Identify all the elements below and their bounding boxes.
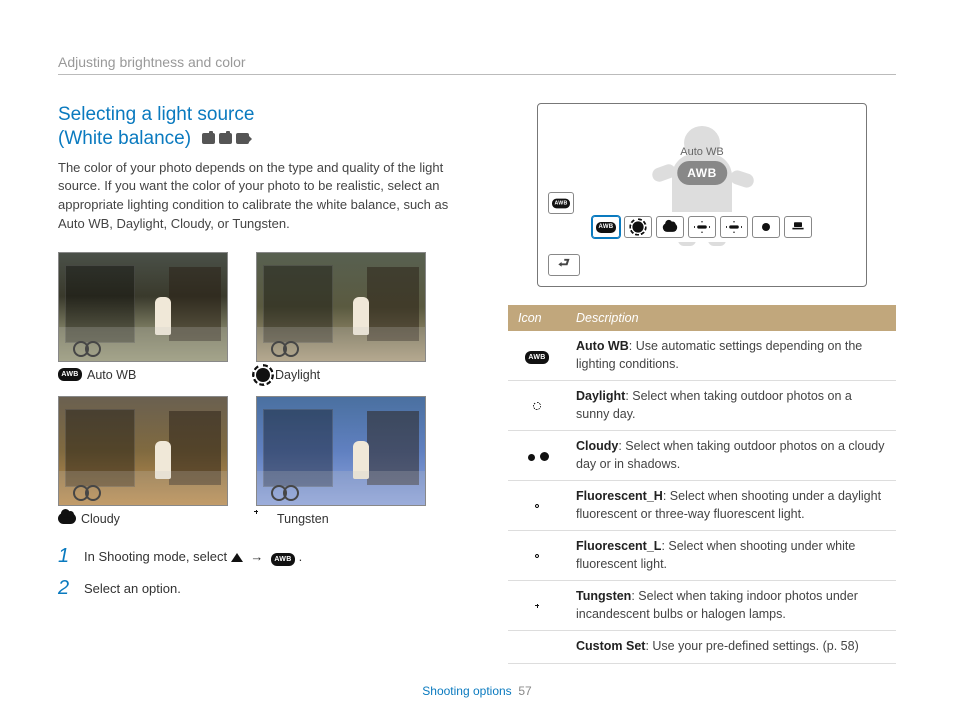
wb-option-tungsten[interactable]: [752, 216, 780, 238]
cell-desc: Auto WB: Use automatic settings dependin…: [566, 331, 896, 381]
footer-section: Shooting options: [422, 684, 511, 698]
cloud-icon: [663, 223, 677, 232]
wb-badge-text: AWB: [677, 161, 727, 185]
sample-label-text: Auto WB: [87, 368, 136, 382]
awb-icon: AWB: [271, 553, 295, 566]
page-footer: Shooting options 57: [0, 684, 954, 698]
sample-image: [256, 396, 426, 506]
table-row: Fluorescent_H: Select when shooting unde…: [508, 481, 896, 531]
cell-icon: [508, 581, 566, 631]
sample-image: [256, 252, 426, 362]
sample-cloudy: Cloudy: [58, 396, 228, 526]
heading-line-2: (White balance): [58, 128, 191, 149]
term: Tungsten: [576, 589, 631, 603]
term: Fluorescent_L: [576, 539, 661, 553]
cell-icon: [508, 631, 566, 664]
intro-text: The color of your photo depends on the t…: [58, 159, 468, 234]
desc-text: : Use your pre-defined settings. (p. 58): [645, 639, 858, 653]
sample-daylight: Daylight: [256, 252, 426, 382]
cell-desc: Fluorescent_L: Select when shooting unde…: [566, 531, 896, 581]
cell-desc: Daylight: Select when taking outdoor pho…: [566, 381, 896, 431]
breadcrumb: Adjusting brightness and color: [58, 54, 896, 75]
step-number: 1: [58, 546, 74, 566]
wb-description-table: Icon Description AWB Auto WB: Use automat…: [508, 305, 896, 664]
table-row: Tungsten: Select when taking indoor phot…: [508, 581, 896, 631]
wb-option-daylight[interactable]: [624, 216, 652, 238]
table-row: Daylight: Select when taking outdoor pho…: [508, 381, 896, 431]
fluorescent-icon: [696, 223, 709, 231]
fluorescent-icon: [728, 223, 741, 231]
mode-photo-icon: [202, 133, 215, 144]
cell-desc: Fluorescent_H: Select when shooting unde…: [566, 481, 896, 531]
camera-lcd: Auto WB AWB AWB AWB ⮐: [537, 103, 867, 287]
cell-icon: [508, 481, 566, 531]
bulb-icon: [762, 223, 770, 231]
th-icon: Icon: [508, 305, 566, 331]
heading-line-1: Selecting a light source: [58, 104, 254, 125]
cell-desc: Custom Set: Use your pre-defined setting…: [566, 631, 896, 664]
th-description: Description: [566, 305, 896, 331]
step-text-a: In Shooting mode, select: [84, 549, 231, 564]
cloud-icon: [58, 513, 76, 524]
step-text-c: .: [299, 549, 303, 564]
cell-icon: [508, 431, 566, 481]
sun-icon: [256, 368, 270, 382]
footer-page: 57: [518, 684, 531, 698]
sample-label-text: Tungsten: [277, 512, 329, 526]
wb-badge: Auto WB AWB: [677, 146, 727, 185]
wb-option-row: AWB: [588, 212, 816, 242]
up-icon: [231, 553, 243, 562]
wb-side-button[interactable]: AWB: [548, 192, 574, 214]
step-2: 2 Select an option.: [58, 578, 468, 598]
back-icon: ⮐: [558, 254, 570, 276]
cell-icon: AWB: [508, 331, 566, 381]
sample-label-text: Daylight: [275, 368, 320, 382]
back-button[interactable]: ⮐: [548, 254, 580, 276]
wb-option-fluorescent-h[interactable]: [688, 216, 716, 238]
step-number: 2: [58, 578, 74, 598]
cell-icon: [508, 531, 566, 581]
custom-icon: [792, 222, 803, 232]
wb-option-cloudy[interactable]: [656, 216, 684, 238]
sun-icon: [632, 221, 643, 232]
term: Cloudy: [576, 439, 618, 453]
sample-grid: AWB Auto WB Daylight: [58, 252, 468, 526]
arrow-icon: →: [250, 549, 267, 564]
term: Fluorescent_H: [576, 489, 663, 503]
cell-icon: [508, 381, 566, 431]
steps-list: 1 In Shooting mode, select → AWB . 2 Sel…: [58, 546, 468, 598]
awb-icon: AWB: [552, 198, 570, 208]
mode-smart-icon: [219, 133, 232, 144]
sample-label-text: Cloudy: [81, 512, 120, 526]
step-text: Select an option.: [84, 578, 181, 596]
awb-icon: AWB: [58, 368, 82, 381]
wb-option-awb[interactable]: AWB: [592, 216, 620, 238]
wb-option-custom[interactable]: [784, 216, 812, 238]
awb-icon: AWB: [596, 222, 616, 233]
step-1: 1 In Shooting mode, select → AWB .: [58, 546, 468, 566]
term: Custom Set: [576, 639, 645, 653]
wb-option-fluorescent-l[interactable]: [720, 216, 748, 238]
table-row: Cloudy: Select when taking outdoor photo…: [508, 431, 896, 481]
mode-video-icon: [236, 133, 249, 144]
sample-image: [58, 396, 228, 506]
table-row: AWB Auto WB: Use automatic settings depen…: [508, 331, 896, 381]
awb-icon: AWB: [525, 351, 549, 364]
wb-badge-title: Auto WB: [677, 146, 727, 158]
bulb-icon: [256, 512, 272, 526]
cell-desc: Tungsten: Select when taking indoor phot…: [566, 581, 896, 631]
table-row: Fluorescent_L: Select when shooting unde…: [508, 531, 896, 581]
sample-image: [58, 252, 228, 362]
table-row: Custom Set: Use your pre-defined setting…: [508, 631, 896, 664]
page-title: Selecting a light source (White balance): [58, 103, 468, 151]
desc-text: : Select when taking outdoor photos on a…: [576, 439, 885, 471]
sample-tungsten: Tungsten: [256, 396, 426, 526]
term: Daylight: [576, 389, 625, 403]
sample-autowb: AWB Auto WB: [58, 252, 228, 382]
cell-desc: Cloudy: Select when taking outdoor photo…: [566, 431, 896, 481]
term: Auto WB: [576, 339, 629, 353]
